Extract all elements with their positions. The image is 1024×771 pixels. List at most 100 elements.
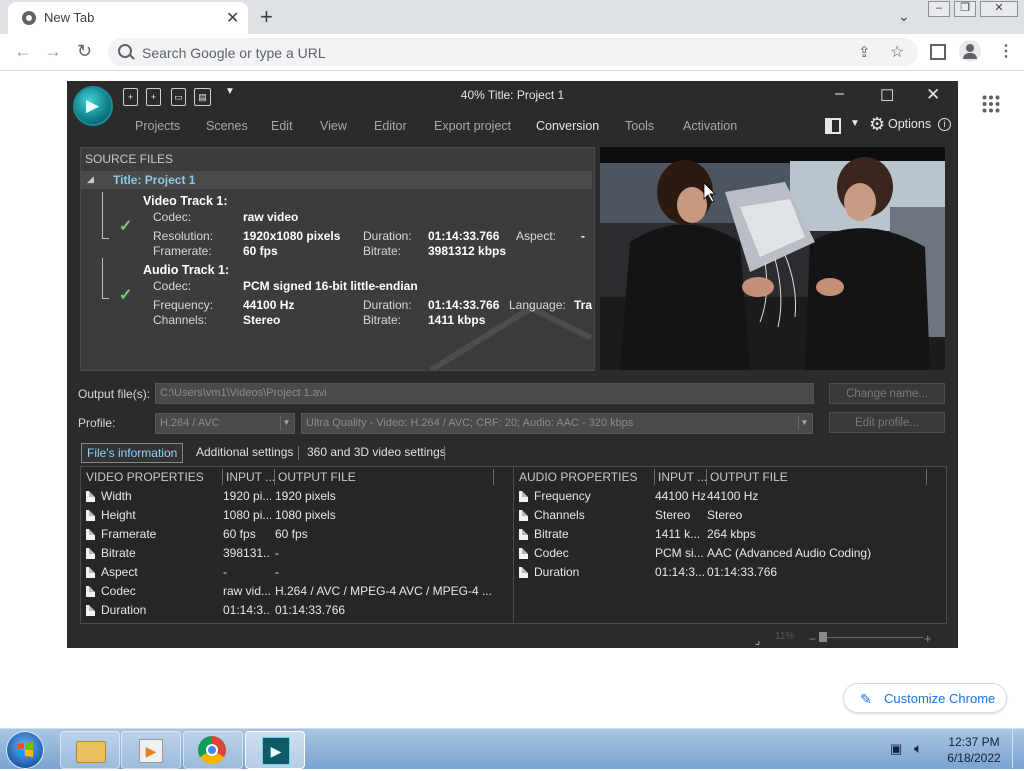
input-value: - <box>223 565 227 579</box>
app-minimize-icon[interactable]: – <box>835 85 844 103</box>
menu-edit[interactable]: Edit <box>271 119 293 133</box>
close-window-icon[interactable]: ✕ <box>980 1 1018 17</box>
add-files-icon[interactable]: + <box>123 88 138 106</box>
menu-activation[interactable]: Activation <box>683 119 737 133</box>
profile-avatar-icon[interactable] <box>959 40 981 62</box>
pencil-icon: ✎ <box>860 691 872 707</box>
table-row[interactable]: Bitrate 1411 k... 264 kbps <box>514 526 944 545</box>
start-button[interactable] <box>6 731 44 769</box>
save-project-icon[interactable]: ▭ <box>171 88 186 106</box>
zoom-slider-track[interactable] <box>823 637 923 638</box>
restore-window-icon[interactable]: ❐ <box>954 1 976 17</box>
table-row[interactable]: Codec raw vid... H.264 / AVC / MPEG-4 AVC … <box>81 583 511 602</box>
table-row[interactable]: Duration 01:14:3... 01:14:33.766 <box>81 602 511 621</box>
table-row[interactable]: Duration 01:14:3... 01:14:33.766 <box>514 564 944 583</box>
table-header[interactable]: VIDEO PROPERTIES <box>86 467 204 487</box>
app-close-icon[interactable]: ✕ <box>926 85 940 105</box>
tab-files-information[interactable]: File's information <box>81 443 184 463</box>
options-button[interactable]: Options <box>888 117 931 131</box>
table-row[interactable]: Aspect - - <box>81 564 511 583</box>
film-add-icon[interactable]: ▤ <box>194 88 211 106</box>
edit-profile-button[interactable]: Edit profile... <box>829 412 945 433</box>
document-icon <box>519 529 528 540</box>
new-tab-icon[interactable]: + <box>260 4 273 30</box>
table-row[interactable]: Height 1080 pi... 1080 pixels <box>81 507 511 526</box>
google-apps-grid-icon[interactable] <box>982 95 1000 113</box>
minimize-window-icon[interactable]: – <box>928 1 950 17</box>
customize-chrome-button[interactable]: ✎ Customize Chrome <box>843 683 1007 713</box>
info-icon[interactable]: i <box>938 118 951 131</box>
resize-grip-icon[interactable]: ⌟ <box>755 634 760 647</box>
table-row[interactable]: Frequency 44100 Hz 44100 Hz <box>514 488 944 507</box>
menu-editor[interactable]: Editor <box>374 119 407 133</box>
tab-360-3d-settings[interactable]: 360 and 3D video settings <box>302 443 451 463</box>
table-header[interactable]: AUDIO PROPERTIES <box>519 467 637 487</box>
taskbar-clock[interactable]: 12:37 PM 6/18/2022 <box>940 734 1008 766</box>
taskbar-media-player-button[interactable]: ▶ <box>121 731 181 769</box>
network-icon[interactable]: ▣ <box>890 741 902 757</box>
project-title: Title: Project 1 <box>113 173 196 187</box>
share-icon[interactable]: ⇪ <box>858 43 871 61</box>
output-path-field[interactable]: C:\Users\vm1\Videos\Project 1.avi <box>155 383 814 404</box>
clock-date: 6/18/2022 <box>947 751 1001 765</box>
menu-projects[interactable]: Projects <box>135 119 180 133</box>
taskbar-video-converter-button[interactable]: ▶ <box>245 731 305 769</box>
menu-view[interactable]: View <box>320 119 347 133</box>
add-folder-icon[interactable]: + <box>146 88 161 106</box>
reload-icon[interactable]: ↻ <box>77 41 92 62</box>
zoom-in-icon[interactable]: + <box>924 631 932 646</box>
audio-frequency-value: 44100 Hz <box>243 298 295 312</box>
menu-scenes[interactable]: Scenes <box>206 119 248 133</box>
project-tree-row[interactable]: ◢ Title: Project 1 <box>81 171 592 189</box>
back-arrow-icon[interactable]: ← <box>14 41 32 62</box>
menu-export-project[interactable]: Export project <box>434 119 511 133</box>
zoom-out-icon[interactable]: − <box>809 632 816 646</box>
omnibox[interactable]: Search Google or type a URL ⇪ ☆ <box>108 38 918 66</box>
collapse-triangle-icon[interactable]: ◢ <box>87 174 94 185</box>
show-desktop-button[interactable] <box>1012 729 1024 768</box>
zoom-slider-handle[interactable] <box>819 632 827 642</box>
menu-conversion[interactable]: Conversion <box>536 119 599 133</box>
video-frame-image <box>600 147 945 370</box>
label: Aspect: <box>516 229 557 243</box>
chrome-icon <box>198 736 226 764</box>
table-row[interactable]: Channels Stereo Stereo <box>514 507 944 526</box>
side-panel-icon[interactable] <box>930 44 946 60</box>
app-logo-icon[interactable] <box>73 86 113 126</box>
browser-tab[interactable]: New Tab ✕ <box>8 2 248 34</box>
profile-codec-select[interactable]: H.264 / AVC ▼ <box>155 413 295 434</box>
tab-close-icon[interactable]: ✕ <box>226 8 239 28</box>
table-header[interactable]: INPUT ... <box>658 467 707 487</box>
table-header[interactable]: OUTPUT FILE <box>710 467 788 487</box>
layout-dropdown-icon[interactable]: ▼ <box>850 118 860 129</box>
input-value: 398131... <box>223 546 271 560</box>
taskbar-explorer-button[interactable] <box>60 731 120 769</box>
output-value: H.264 / AVC / MPEG-4 AVC / MPEG-4 ... <box>275 584 492 598</box>
output-value: 1920 pixels <box>275 489 336 503</box>
table-row[interactable]: Framerate 60 fps 60 fps <box>81 526 511 545</box>
profile-codec-value: H.264 / AVC <box>160 417 220 429</box>
change-name-button[interactable]: Change name... <box>829 383 945 404</box>
taskbar-chrome-button[interactable] <box>183 731 243 769</box>
volume-icon[interactable]: 🔈︎ <box>914 740 922 757</box>
tab-additional-settings[interactable]: Additional settings <box>191 443 298 463</box>
app-maximize-icon[interactable]: ☐ <box>880 86 894 106</box>
chrome-menu-icon[interactable]: ⋮ <box>998 41 1014 61</box>
audio-track-check-icon[interactable]: ✓ <box>119 285 132 305</box>
menu-tools[interactable]: Tools <box>625 119 654 133</box>
video-preview[interactable] <box>600 147 945 370</box>
table-header[interactable]: OUTPUT FILE <box>278 467 356 487</box>
forward-arrow-icon[interactable]: → <box>44 41 62 62</box>
table-row[interactable]: Bitrate 398131... - <box>81 545 511 564</box>
gear-icon[interactable]: ⚙ <box>869 114 885 135</box>
table-row[interactable]: Width 1920 pi... 1920 pixels <box>81 488 511 507</box>
quick-access-dropdown-icon[interactable]: ▼ <box>225 86 235 97</box>
table-row[interactable]: Codec PCM si... AAC (Advanced Audio Coding… <box>514 545 944 564</box>
table-header[interactable]: INPUT ... <box>226 467 275 487</box>
bookmark-star-icon[interactable]: ☆ <box>890 42 904 62</box>
input-value: 01:14:3... <box>223 603 271 617</box>
layout-icon[interactable] <box>825 118 841 134</box>
profile-preset-select[interactable]: Ultra Quality - Video: H.264 / AVC; CRF:… <box>301 413 813 434</box>
video-track-check-icon[interactable]: ✓ <box>119 216 132 236</box>
tab-search-chevron-icon[interactable]: ⌄ <box>898 8 910 25</box>
